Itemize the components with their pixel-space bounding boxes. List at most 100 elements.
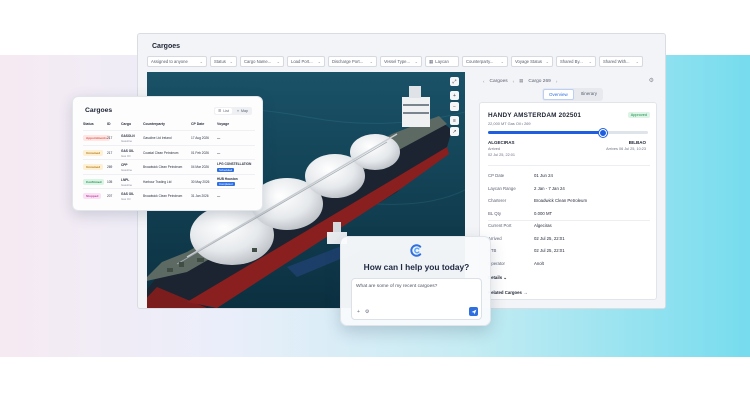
map-icon: ⌖	[236, 109, 239, 113]
settings-icon[interactable]: ⚙	[649, 77, 654, 84]
detail-field-row: Laycan Range 2 Jan - 7 Jan 24	[488, 186, 650, 191]
chevron-down-icon: ⌄	[317, 59, 321, 64]
detail-field-row: Arrived 02 Jul 25, 22:01	[488, 236, 650, 241]
filter-label: Vessel Type...	[384, 59, 410, 64]
zoom-out-button[interactable]: −	[450, 102, 459, 111]
chevron-right-icon[interactable]: ›	[556, 79, 558, 84]
add-icon[interactable]: +	[357, 309, 360, 315]
settings-sliders-icon[interactable]: ⚙	[365, 309, 369, 315]
send-icon	[471, 309, 476, 314]
status-badge: Stopped	[83, 193, 102, 199]
chevron-down-icon: ⌄	[588, 59, 592, 64]
filter-counterparty[interactable]: Counterparty... ⌄	[462, 56, 508, 67]
column-header[interactable]: Status	[83, 122, 94, 126]
chevron-down-icon: ⌄	[545, 59, 549, 64]
detail-field-row: Operator Anolt	[488, 261, 650, 266]
filter-assigned-to-anyone[interactable]: Assigned to anyone ⌄	[147, 56, 207, 67]
list-view-button[interactable]: ☰ List	[215, 108, 232, 114]
chevron-down-icon: ⌄	[229, 59, 233, 64]
cargo-id: 207	[107, 194, 113, 198]
measure-button[interactable]: ↗	[450, 127, 459, 136]
column-header[interactable]: ID	[107, 122, 111, 126]
filter-laycan[interactable]: ▦ Laycan	[425, 56, 459, 67]
filter-shared-by[interactable]: Shared By... ⌄	[556, 56, 596, 67]
cargo-name: GASOLN	[121, 134, 135, 138]
filter-cargo-name[interactable]: Cargo Name... ⌄	[240, 56, 284, 67]
voyage-status: Scheduled	[217, 167, 235, 172]
field-label: Laycan Range	[488, 185, 516, 191]
voyage-progress-fill	[488, 131, 604, 134]
filter-voyage-status[interactable]: Voyage Status ⌄	[511, 56, 553, 67]
filter-label: Shared With...	[603, 59, 630, 64]
chat-input[interactable]: What are some of my recent cargoes?	[356, 284, 437, 289]
chevron-down-icon: ⌄	[369, 59, 373, 64]
fullscreen-button[interactable]: ⤢	[450, 77, 459, 86]
chevron-left-icon[interactable]: ‹	[483, 79, 485, 84]
filter-shared-with[interactable]: Shared With... ⌄	[599, 56, 643, 67]
cargo-table-title: Cargoes	[85, 107, 113, 114]
cargo-type: Gas Oil	[121, 153, 131, 158]
breadcrumb-parent[interactable]: Cargoes	[490, 79, 508, 84]
table-row[interactable]: Unnamed 217 GAS OIL Gas Oil Coastal Clean Pe…	[83, 144, 255, 159]
counterparty: Gasoline Ltd Ireland	[143, 136, 172, 140]
chat-input-box[interactable]: What are some of my recent cargoes? + ⚙	[351, 278, 482, 320]
voyage-progress	[488, 128, 648, 137]
load-date: 02 Jul 25, 22:01	[488, 153, 516, 157]
cargo-id: 105	[107, 179, 113, 184]
filter-label: Shared By...	[560, 59, 583, 64]
counterparty: Coastal Clean Petroleum	[143, 150, 179, 155]
layers-button[interactable]: ≡	[450, 116, 459, 125]
cp-date: 04 Mar 2026	[191, 165, 209, 169]
field-label: Operator	[488, 260, 505, 266]
cargo-subtitle: 22,000 MT Gas Oil • 269	[488, 121, 531, 126]
cp-date: 30 May 2026	[191, 179, 210, 184]
table-row[interactable]: Unnamed 269 CPP Gasoline Broadwick Clean Pet…	[83, 159, 255, 173]
send-button[interactable]	[469, 307, 478, 316]
filter-label: Status	[214, 59, 226, 64]
field-label: Current Port	[488, 223, 512, 228]
filter-discharge-port[interactable]: Discharge Port... ⌄	[328, 56, 377, 67]
counterparty: Broadwick Clean Petroleum	[143, 194, 183, 198]
detail-tabs: Overview Itinerary	[542, 88, 604, 101]
chevron-down-icon: ⌄	[635, 59, 639, 64]
related-cargoes-link[interactable]: Related Cargoes →	[488, 290, 527, 295]
table-row[interactable]: Confirmed 105 LNPL Gasoline Harbour Trading …	[83, 173, 255, 188]
column-header[interactable]: Counterparty	[143, 122, 165, 126]
assistant-logo-icon	[410, 244, 422, 257]
table-row[interactable]: Stopped 207 GAS OIL Gas Oil Broadwick Clean …	[83, 188, 255, 202]
field-value: 02 Jul 25, 22:01	[534, 235, 565, 241]
table-row[interactable]: Appointments 217 GASOLN Gasoline Gasoline Lt…	[83, 130, 255, 144]
filter-bar: Assigned to anyone ⌄ Status ⌄ Cargo Name... ⌄…	[147, 56, 663, 67]
calendar-icon: ▦	[429, 58, 434, 64]
chevron-down-icon: ⌄	[276, 59, 280, 64]
chevron-left-icon[interactable]: ‹	[513, 79, 515, 84]
divider	[488, 219, 650, 221]
map-view-button[interactable]: ⌖ Map	[234, 108, 251, 114]
divider	[488, 165, 650, 166]
field-label: CP Date	[488, 173, 505, 178]
column-header[interactable]: CP Date	[191, 122, 204, 126]
filter-status[interactable]: Status ⌄	[210, 56, 237, 67]
breadcrumb: ‹ Cargoes ‹ ▦ Cargo 269 ›	[483, 78, 557, 84]
chat-tools: + ⚙	[357, 309, 369, 315]
counterparty: Harbour Trading Ltd	[143, 179, 172, 184]
load-port: ALGECIRAS	[488, 140, 515, 145]
cp-date: 31 Jan 2026	[191, 194, 209, 198]
zoom-in-button[interactable]: +	[450, 91, 459, 100]
filter-label: Assigned to anyone	[151, 59, 188, 64]
column-header[interactable]: Cargo	[121, 122, 131, 126]
tab-overview[interactable]: Overview	[543, 89, 574, 100]
map-controls: ⤢ + − ≡ ↗	[450, 77, 459, 136]
discharge-port: BILBAO	[628, 140, 646, 145]
voyage-status: Completed	[217, 182, 235, 186]
cp-date: 01 Feb 2026	[191, 150, 209, 155]
cargo-name: LNPL	[121, 177, 130, 182]
cargo-name: GAS OIL	[121, 148, 135, 153]
column-header[interactable]: Voyage	[217, 122, 229, 126]
filter-load-port[interactable]: Load Port... ⌄	[287, 56, 325, 67]
cargo-id: 217	[107, 150, 113, 155]
field-value: Algeciras	[534, 223, 552, 228]
breadcrumb-current: Cargo 269	[528, 78, 551, 84]
filter-vessel-type[interactable]: Vessel Type... ⌄	[380, 56, 422, 67]
tab-itinerary[interactable]: Itinerary	[576, 89, 602, 100]
